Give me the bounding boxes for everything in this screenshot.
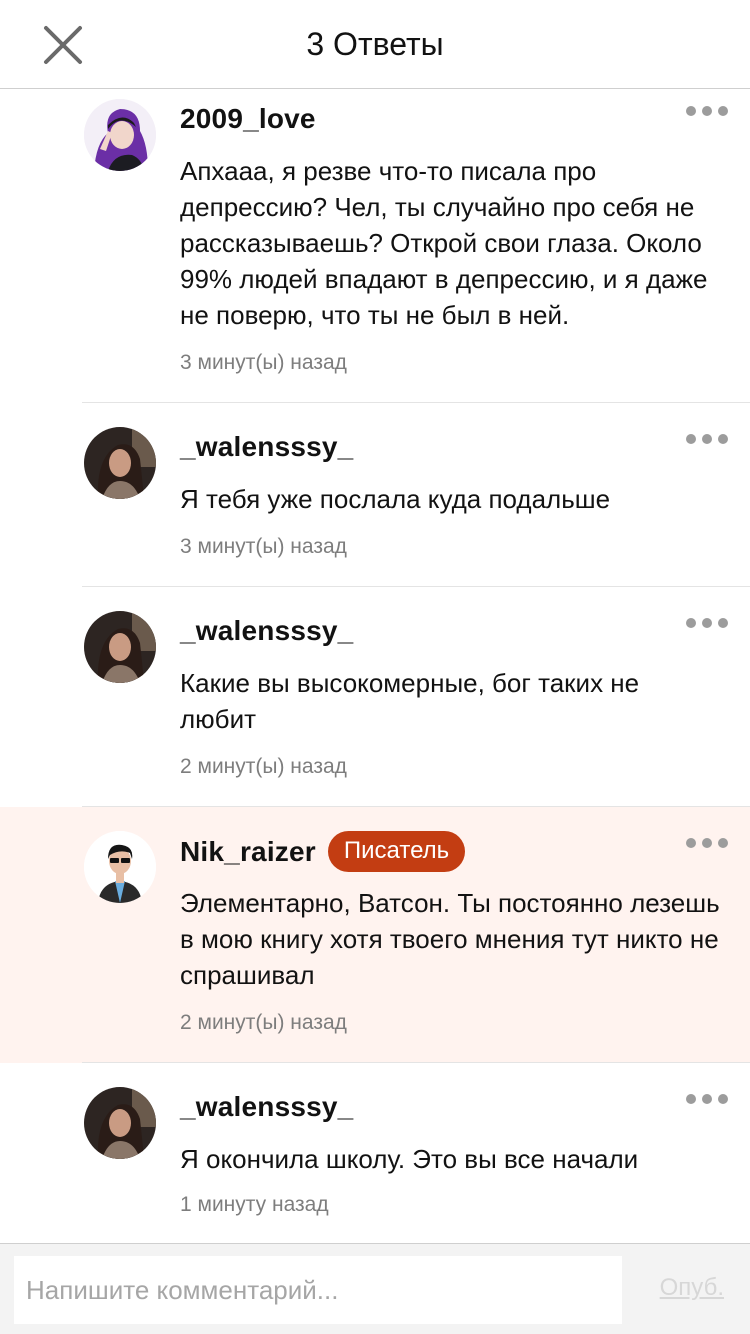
dot-icon: [686, 1094, 696, 1104]
comment-item: _walensssy_ Я тебя уже послала куда пода…: [0, 403, 750, 587]
avatar[interactable]: [84, 831, 156, 903]
username[interactable]: _walensssy_: [180, 1091, 353, 1123]
dot-icon: [702, 1094, 712, 1104]
dot-icon: [702, 618, 712, 628]
author-badge: Писатель: [327, 831, 466, 872]
more-options-button[interactable]: [686, 1087, 728, 1111]
comment-text: Какие вы высокомерные, бог таких не люби…: [180, 668, 640, 734]
username[interactable]: _walensssy_: [180, 615, 353, 647]
comment-text: Я окончила школу. Это вы все начали: [180, 1144, 639, 1174]
comment-timestamp: 3 минут(ы) назад: [180, 535, 347, 558]
more-options-button[interactable]: [686, 99, 728, 123]
comment-item: _walensssy_ Я окончила школу. Это вы все…: [0, 1063, 750, 1243]
username[interactable]: _walensssy_: [180, 431, 353, 463]
user-avatar-image: [84, 1087, 156, 1159]
user-avatar-image: [84, 99, 156, 171]
dot-icon: [718, 838, 728, 848]
avatar[interactable]: [84, 611, 156, 683]
top-bar: 3 Ответы: [0, 0, 750, 89]
dot-icon: [702, 106, 712, 116]
comment-header: Nik_raizer Писатель: [180, 831, 466, 872]
comment-text: Апхааа, я резве что-то писала про депрес…: [180, 156, 708, 330]
dot-icon: [718, 106, 728, 116]
more-options-button[interactable]: [686, 427, 728, 451]
username[interactable]: Nik_raizer: [180, 836, 316, 868]
dot-icon: [718, 434, 728, 444]
comment-item-author: Nik_raizer Писатель Элементарно, Ватсон.…: [0, 807, 750, 1063]
dot-icon: [718, 618, 728, 628]
avatar[interactable]: [84, 427, 156, 499]
comment-header: _walensssy_: [180, 1091, 353, 1123]
comment-item: 2009_love Апхааа, я резве что-то писала …: [0, 89, 750, 403]
dot-icon: [686, 434, 696, 444]
dot-icon: [686, 106, 696, 116]
comment-item: _walensssy_ Какие вы высокомерные, бог т…: [0, 587, 750, 807]
username[interactable]: 2009_love: [180, 103, 316, 135]
more-options-button[interactable]: [686, 831, 728, 855]
comment-timestamp: 2 минут(ы) назад: [180, 1011, 347, 1034]
comment-text: Элементарно, Ватсон. Ты постоянно лезешь…: [180, 888, 720, 990]
replies-list: 2009_love Апхааа, я резве что-то писала …: [0, 89, 750, 1243]
user-avatar-image: [84, 611, 156, 683]
dot-icon: [702, 838, 712, 848]
dot-icon: [686, 838, 696, 848]
comment-composer: Опуб.: [0, 1243, 750, 1334]
more-options-button[interactable]: [686, 611, 728, 635]
page-title: 3 Ответы: [306, 26, 444, 62]
avatar[interactable]: [84, 1087, 156, 1159]
comment-header: _walensssy_: [180, 431, 353, 463]
comment-timestamp: 1 минуту назад: [180, 1193, 329, 1216]
user-avatar-image: [84, 831, 156, 903]
dot-icon: [702, 434, 712, 444]
dot-icon: [718, 1094, 728, 1104]
publish-button[interactable]: Опуб.: [660, 1274, 724, 1302]
comment-input[interactable]: [14, 1256, 622, 1324]
comment-header: _walensssy_: [180, 615, 353, 647]
comment-timestamp: 2 минут(ы) назад: [180, 755, 347, 778]
user-avatar-image: [84, 427, 156, 499]
comment-header: 2009_love: [180, 103, 316, 135]
comment-text: Я тебя уже послала куда подальше: [180, 484, 611, 514]
comment-timestamp: 3 минут(ы) назад: [180, 351, 347, 374]
avatar[interactable]: [84, 99, 156, 171]
dot-icon: [686, 618, 696, 628]
